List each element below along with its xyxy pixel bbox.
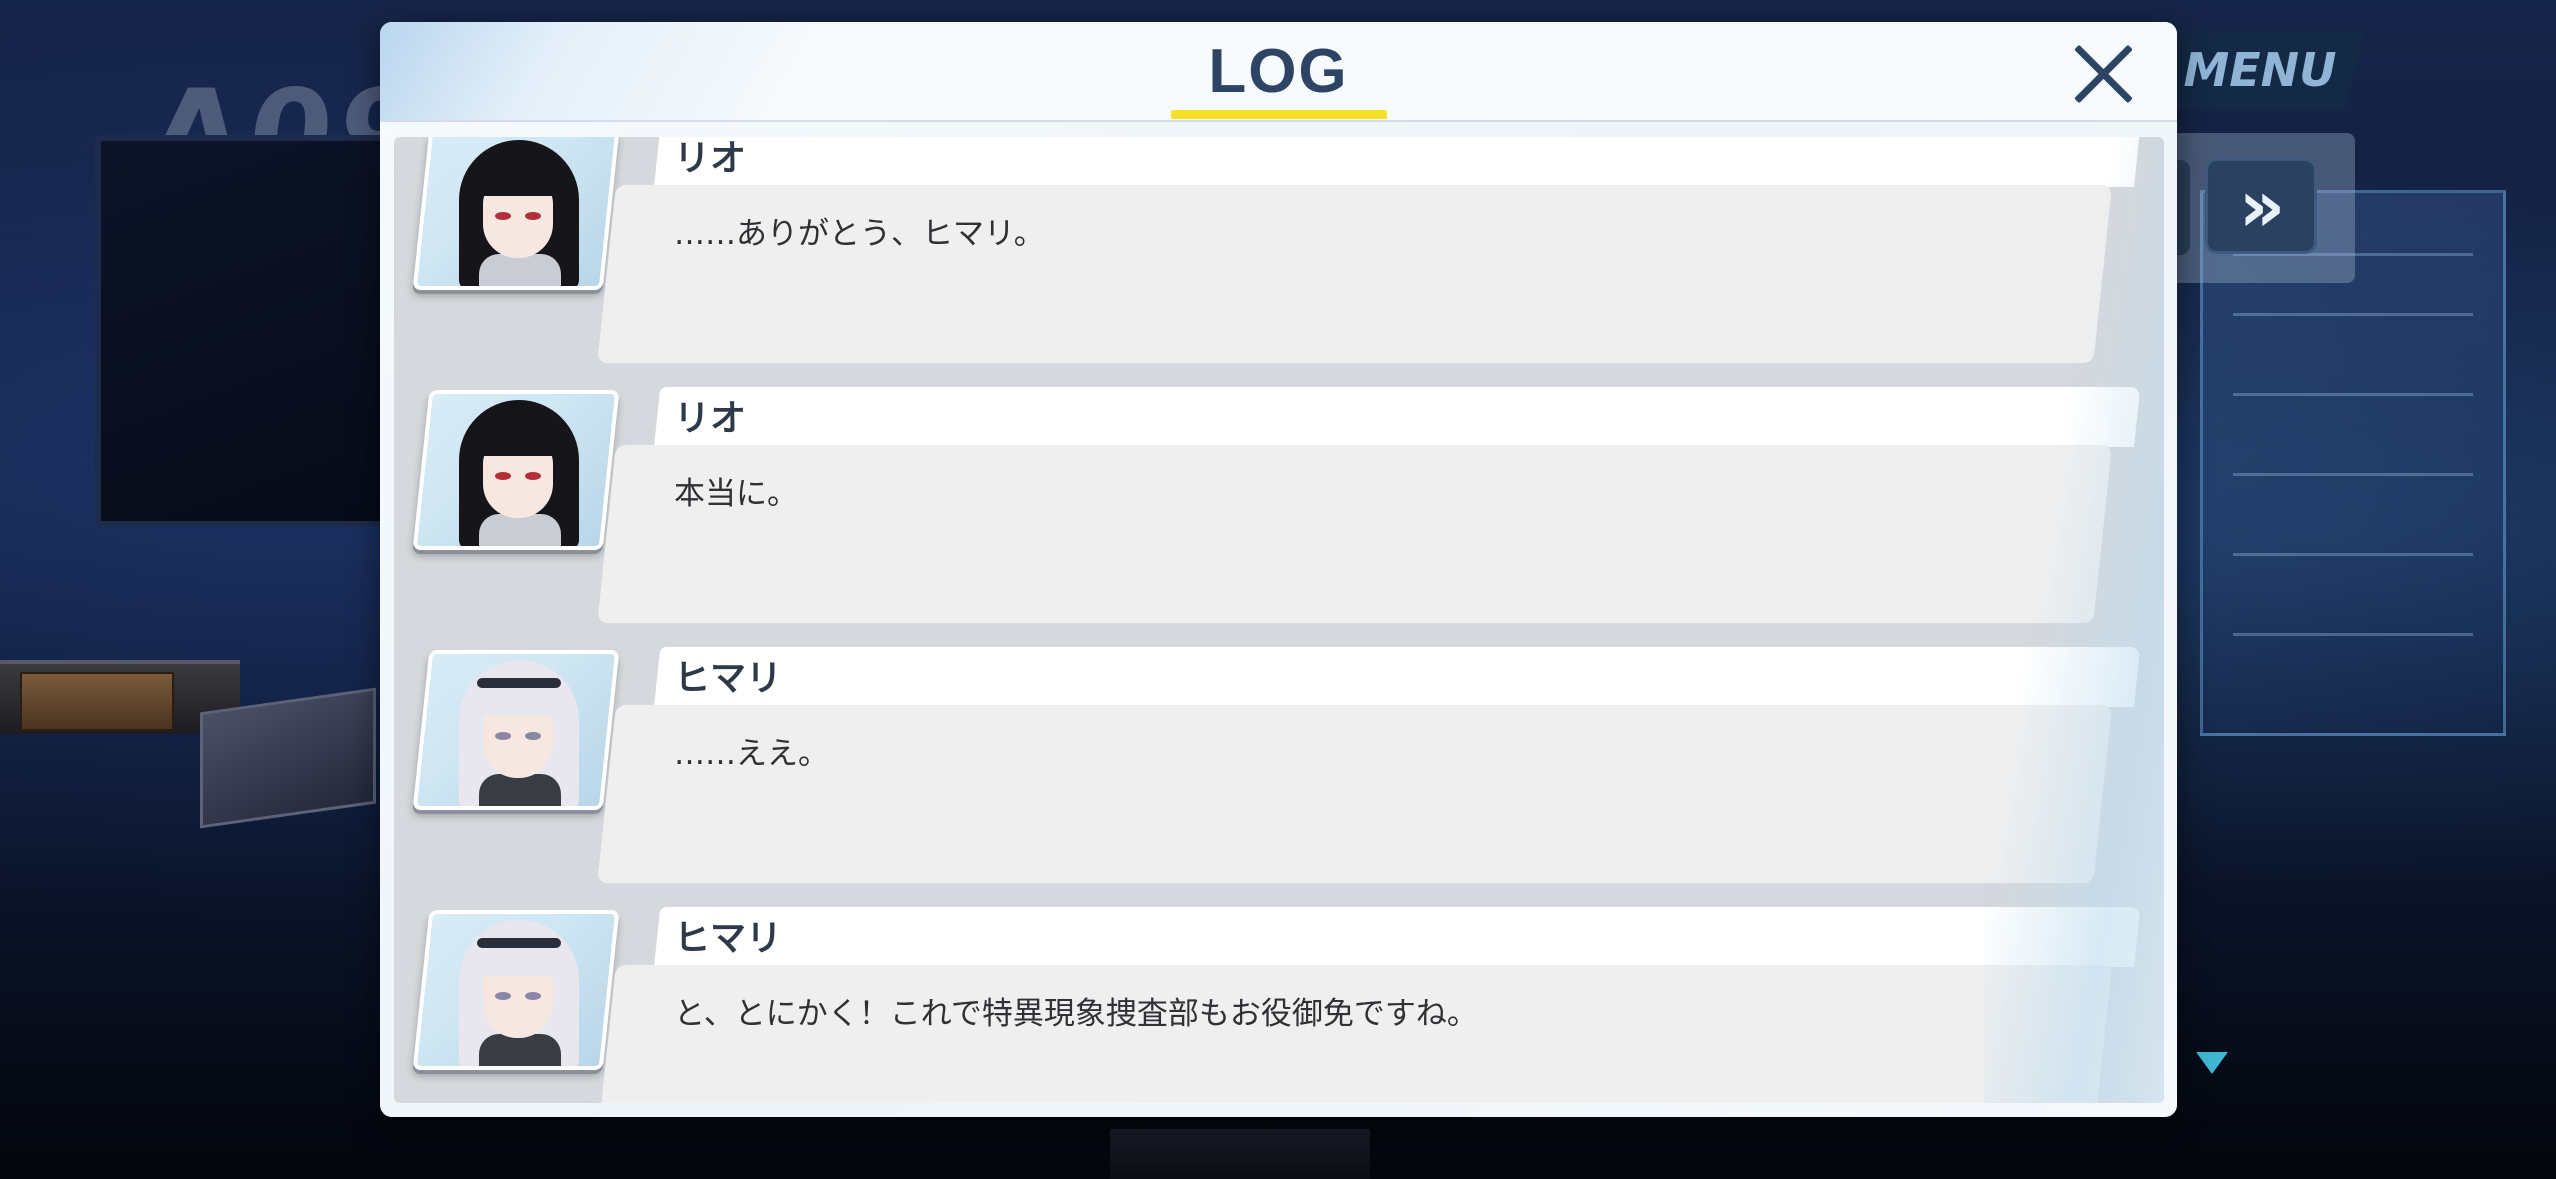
message-text: ……ええ。 <box>674 735 829 772</box>
portrait-rio <box>412 390 620 550</box>
message-text: と、とにかく！これで特異現象捜査部もお役御免ですね。 <box>674 995 1478 1032</box>
speaker-name: リオ <box>674 138 747 179</box>
fast-forward-icon: » <box>2238 164 2285 248</box>
log-entry: ヒマリ ……ええ。 <box>394 645 2164 905</box>
speaker-name: ヒマリ <box>674 658 783 699</box>
log-title: LOG <box>1208 37 1349 106</box>
speaker-name: リオ <box>674 398 747 439</box>
log-header: LOG <box>380 22 2177 122</box>
name-bar <box>654 387 2141 447</box>
background-laptop <box>200 687 376 829</box>
portrait-himari <box>412 910 620 1070</box>
background-binder <box>20 672 174 731</box>
log-entry: リオ 本当に。 <box>394 385 2164 645</box>
name-bar <box>654 137 2141 187</box>
menu-button[interactable]: MENU <box>2180 38 2340 102</box>
message-box <box>597 445 2112 623</box>
title-underline <box>1171 110 1387 119</box>
message-text: 本当に。 <box>674 475 798 512</box>
fast-forward-button[interactable]: » <box>2205 158 2317 254</box>
close-icon[interactable] <box>2070 40 2138 108</box>
name-bar <box>654 907 2141 967</box>
log-entry: ヒマリ と、とにかく！これで特異現象捜査部もお役御免ですね。 <box>394 905 2164 1103</box>
next-arrow-icon <box>2196 1052 2228 1074</box>
portrait-himari <box>412 650 620 810</box>
log-window: LOG リオ ……ありがとう、ヒマリ。 リオ 本当に。 ヒマリ ……ええ。 ヒマ… <box>380 22 2177 1117</box>
log-entry: リオ ……ありがとう、ヒマリ。 <box>394 137 2164 385</box>
portrait-rio <box>412 137 620 290</box>
speaker-name: ヒマリ <box>674 918 783 959</box>
name-bar <box>654 647 2141 707</box>
message-text: ……ありがとう、ヒマリ。 <box>674 215 1045 252</box>
background-monitor <box>95 135 417 527</box>
log-list[interactable]: リオ ……ありがとう、ヒマリ。 リオ 本当に。 ヒマリ ……ええ。 ヒマリ と、… <box>394 137 2164 1103</box>
